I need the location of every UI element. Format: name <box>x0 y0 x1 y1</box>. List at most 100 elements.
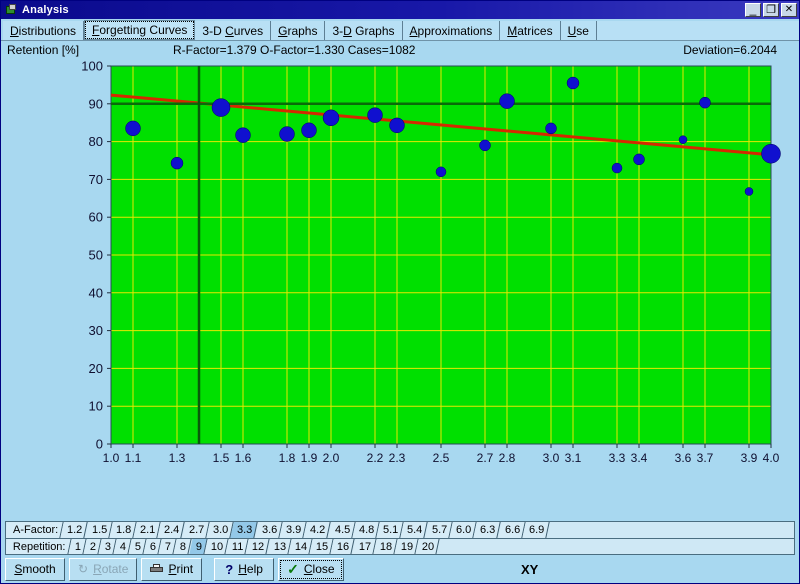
x-tick-label: 3.4 <box>631 451 648 465</box>
data-point[interactable] <box>367 107 383 123</box>
data-point[interactable] <box>479 139 491 152</box>
repetition-strip[interactable]: Repetition: 1 2 3 4 5 6 7 8 9 10 11 12 13 14 15 16 17 18 19… <box>5 538 795 555</box>
a-factor-item[interactable]: 6.9 <box>522 522 550 538</box>
x-tick-label: 3.6 <box>675 451 692 465</box>
tab-strip: Distributions Forgetting Curves 3-D Curv… <box>1 19 799 41</box>
y-tick-label: 50 <box>89 248 103 263</box>
rotate-button-label: Rotate <box>93 562 129 576</box>
stats-text: R-Factor=1.379 O-Factor=1.330 Cases=1082 <box>173 43 416 57</box>
y-tick-label: 20 <box>89 361 103 376</box>
a-factor-item[interactable]: 6.6 <box>497 522 526 538</box>
tab-forgetting-curves[interactable]: Forgetting Curves <box>84 20 196 40</box>
data-point[interactable] <box>279 126 295 142</box>
tab-label: Distributions <box>10 23 77 38</box>
minimize-button[interactable]: _ <box>745 3 761 17</box>
a-factor-strip[interactable]: A-Factor: 1.2 1.5 1.8 2.1 2.4 2.7 3.0 3.3 3.6 3.9 4… <box>5 521 795 538</box>
x-tick-label: 1.1 <box>125 451 142 465</box>
a-factor-item[interactable]: 2.4 <box>157 522 186 538</box>
print-button-label: Print <box>168 562 194 576</box>
x-tick-label: 2.3 <box>389 451 406 465</box>
tab-matrices[interactable]: Matrices <box>500 21 561 40</box>
window-controls: _ ❐ ✕ <box>745 3 797 17</box>
tab-label: Use <box>567 23 589 38</box>
button-bar: Smooth ↻ Rotate Print ? Help ✓ Close XY <box>1 555 799 583</box>
analysis-window: Analysis _ ❐ ✕ Distributions Forgetting … <box>0 0 800 584</box>
data-point[interactable] <box>170 156 184 170</box>
y-tick-label: 40 <box>89 285 103 300</box>
chart-area[interactable]: 100 90 80 70 60 50 40 30 20 10 0 1.0 1.1 1.3 1.5 1.6 1.8… <box>1 60 799 562</box>
analysis-icon <box>4 3 18 17</box>
y-tick-label: 10 <box>89 399 103 414</box>
data-point[interactable] <box>633 153 645 166</box>
repetition-item[interactable]: 12 <box>245 539 271 554</box>
data-point[interactable] <box>125 120 141 137</box>
tab-use[interactable]: Use <box>560 21 597 40</box>
y-tick-label: 90 <box>89 96 103 111</box>
repetition-item[interactable]: 20 <box>415 539 441 554</box>
maximize-button[interactable]: ❐ <box>763 3 779 17</box>
rotate-icon: ↻ <box>78 562 89 576</box>
y-tick-label: 30 <box>89 323 103 338</box>
a-factor-item[interactable]: 3.6 <box>254 522 283 538</box>
x-tick-label: 1.5 <box>213 451 230 465</box>
x-tick-label: 2.8 <box>499 451 516 465</box>
data-point[interactable] <box>389 117 405 134</box>
a-factor-item[interactable]: 4.5 <box>327 522 356 538</box>
data-point[interactable] <box>435 166 447 178</box>
close-button-label: Close <box>303 562 335 576</box>
a-factor-item[interactable]: 6.3 <box>473 522 502 538</box>
x-tick-label: 1.0 <box>103 451 120 465</box>
check-icon: ✓ <box>287 561 299 577</box>
a-factor-item[interactable]: 3.3 <box>230 522 259 538</box>
selector-strips: A-Factor: 1.2 1.5 1.8 2.1 2.4 2.7 3.0 3.3 3.6 3.9 4… <box>1 521 799 555</box>
tab-label: 3-D Curves <box>202 23 264 38</box>
a-factor-item[interactable]: 1.5 <box>84 522 113 538</box>
data-point[interactable] <box>566 76 580 90</box>
tab-label: Graphs <box>278 23 318 38</box>
help-button[interactable]: ? Help <box>214 557 275 581</box>
data-point[interactable] <box>301 122 317 139</box>
data-point[interactable] <box>322 109 340 127</box>
data-point[interactable] <box>611 162 623 174</box>
data-point[interactable] <box>545 122 557 135</box>
tab-distributions[interactable]: Distributions <box>3 21 85 40</box>
a-factor-item[interactable]: 4.2 <box>303 522 332 538</box>
tab-strip-filler <box>596 21 799 40</box>
forgetting-curve-plot[interactable]: 10090807060504030201001.0 1.1 1.3 1.5 1.6 1.8… <box>1 60 800 560</box>
a-factor-item[interactable]: 1.2 <box>60 522 89 538</box>
a-factor-item[interactable]: 5.4 <box>400 522 429 538</box>
tab-3d-graphs[interactable]: 3-D Graphs <box>325 21 403 40</box>
tab-approximations[interactable]: Approximations <box>402 21 501 40</box>
data-point[interactable] <box>744 187 754 196</box>
y-tick-label: 100 <box>81 60 103 74</box>
a-factor-item[interactable]: 2.7 <box>182 522 210 538</box>
x-tick-label: 1.9 <box>301 451 318 465</box>
data-point[interactable] <box>499 93 515 109</box>
close-button[interactable]: ✓ Close <box>278 557 344 581</box>
tab-3d-curves[interactable]: 3-D Curves <box>195 21 272 40</box>
y-tick-label: 0 <box>96 437 103 452</box>
x-tick-label: 4.0 <box>763 451 780 465</box>
repetition-item[interactable]: 16 <box>330 539 356 554</box>
smooth-button[interactable]: Smooth <box>5 557 65 581</box>
x-tick-label: 3.9 <box>741 451 758 465</box>
a-factor-item[interactable]: 5.7 <box>424 522 453 538</box>
tab-graphs[interactable]: Graphs <box>271 21 326 40</box>
y-tick-label: 60 <box>89 210 103 225</box>
x-tick-label: 1.3 <box>169 451 186 465</box>
print-button[interactable]: Print <box>141 557 203 581</box>
close-icon: ✕ <box>784 4 794 15</box>
x-tick-label: 3.7 <box>697 451 714 465</box>
data-point[interactable] <box>211 98 231 117</box>
help-button-label: Help <box>238 562 263 576</box>
printer-icon <box>150 564 164 574</box>
x-tick-label: 2.0 <box>323 451 340 465</box>
maximize-icon: ❐ <box>766 3 776 16</box>
close-window-button[interactable]: ✕ <box>781 3 797 17</box>
data-point[interactable] <box>678 135 688 144</box>
data-point[interactable] <box>235 127 251 143</box>
data-point[interactable] <box>699 96 711 109</box>
data-point[interactable] <box>761 143 781 164</box>
info-line: Retention [%] R-Factor=1.379 O-Factor=1.… <box>1 41 799 60</box>
window-title: Analysis <box>22 4 69 16</box>
